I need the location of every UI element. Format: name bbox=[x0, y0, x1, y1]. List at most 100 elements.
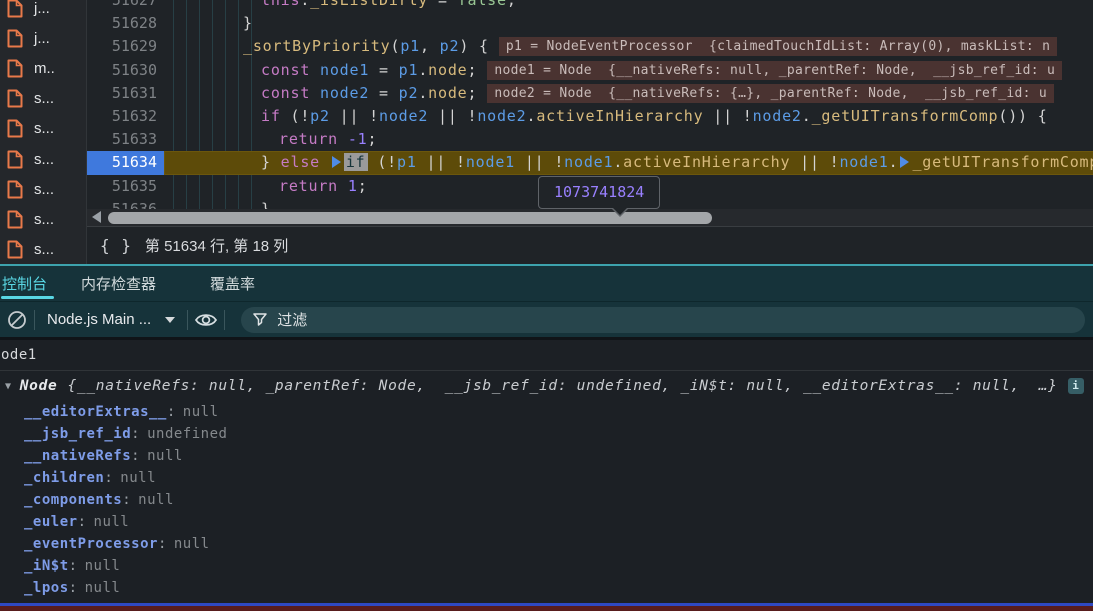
line-number[interactable]: 51635 bbox=[87, 175, 164, 198]
execution-context-selector[interactable]: Node.js Main ... bbox=[41, 311, 181, 328]
cursor-position-label: 第 51634 行, 第 18 列 bbox=[144, 238, 289, 255]
source-editor: 51627 this._isListDirty = false; 51628} 516… bbox=[87, 0, 1093, 264]
property-name: _components bbox=[24, 492, 123, 508]
sidebar-file-item[interactable]: s... bbox=[0, 114, 86, 144]
property-colon: : bbox=[122, 492, 132, 508]
panel-resize-handle[interactable] bbox=[0, 264, 1093, 266]
horizontal-scrollbar[interactable] bbox=[87, 209, 1093, 226]
sidebar-file-item[interactable]: s... bbox=[0, 235, 86, 265]
object-property-row: _components: null bbox=[0, 489, 1093, 511]
code-token: . bbox=[418, 60, 429, 79]
code-line-text[interactable]: return -1; bbox=[164, 128, 1093, 151]
code-line-text[interactable]: if (!p2 || !node2 || !node2.activeInHier… bbox=[164, 105, 1093, 128]
code-token: node2 bbox=[752, 106, 802, 125]
sidebar-file-item[interactable]: m.. bbox=[0, 53, 86, 83]
code-line-text[interactable]: } else if (!p1 || !node1 || !node1.activ… bbox=[164, 151, 1093, 175]
property-name: _euler bbox=[24, 514, 78, 530]
debug-value-annotation: node2 = Node {__nativeRefs: {…}, _parent… bbox=[487, 83, 1054, 103]
debug-value-annotation: p1 = NodeEventProcessor {claimedTouchIdL… bbox=[498, 37, 1058, 57]
code-token: || ! bbox=[329, 106, 379, 125]
object-property-row: _lpos: null bbox=[0, 577, 1093, 599]
sidebar-file-item[interactable]: s... bbox=[0, 144, 86, 174]
scroll-left-arrow-icon[interactable] bbox=[92, 211, 101, 223]
drawer-tab-0[interactable]: 控制台 bbox=[0, 266, 57, 301]
file-icon bbox=[7, 0, 23, 18]
execution-position-icon bbox=[331, 156, 341, 169]
file-label: m.. bbox=[34, 59, 55, 77]
line-number[interactable]: 51630 bbox=[87, 59, 164, 82]
code-token: p2 bbox=[398, 83, 419, 102]
code-line: 51629 _sortByPriority(p1, p2) {p1 = NodeE… bbox=[87, 35, 1093, 58]
object-property-row: __jsb_ref_id: undefined bbox=[0, 423, 1093, 445]
drawer-tab-2[interactable]: 覆盖率 bbox=[200, 266, 265, 301]
code-token: node1 bbox=[839, 153, 889, 172]
clear-console-icon[interactable] bbox=[6, 309, 28, 331]
file-label: s... bbox=[34, 150, 55, 168]
console-filter-input[interactable]: 过滤 bbox=[241, 306, 1085, 333]
code-token: false bbox=[457, 0, 507, 9]
pretty-print-icon[interactable]: { } bbox=[100, 236, 132, 255]
code-line-text[interactable]: const node2 = p2.node; node2 = Node {__na… bbox=[164, 82, 1093, 105]
file-icon bbox=[7, 240, 23, 259]
property-value: null bbox=[147, 448, 183, 464]
line-number[interactable]: 51632 bbox=[87, 105, 164, 128]
object-property-row: _eventProcessor: null bbox=[0, 533, 1093, 555]
editor-status-bar: { } 第 51634 行, 第 18 列 bbox=[87, 226, 1093, 264]
file-icon bbox=[7, 180, 23, 199]
code-line: 51632 if (!p2 || !node2 || !node2.activeI… bbox=[87, 105, 1093, 128]
code-token: || ! bbox=[515, 153, 565, 172]
code-token: activeInHierarchy bbox=[623, 153, 791, 172]
property-colon: : bbox=[68, 580, 78, 596]
line-number[interactable]: 51629 bbox=[87, 35, 164, 58]
sidebar-file-item[interactable]: s... bbox=[0, 84, 86, 114]
tab-label: 覆盖率 bbox=[210, 276, 256, 293]
info-badge-icon[interactable]: i bbox=[1067, 378, 1084, 394]
code-token: . bbox=[300, 0, 311, 9]
property-value: null bbox=[120, 470, 157, 486]
code-token: || ! bbox=[703, 106, 753, 125]
property-name: _iN$t bbox=[24, 558, 69, 574]
line-number[interactable]: 51627 bbox=[87, 0, 164, 12]
line-number[interactable]: 51631 bbox=[87, 82, 164, 105]
live-expression-eye-icon[interactable] bbox=[194, 310, 218, 330]
expander-triangle-icon[interactable]: ▼ bbox=[5, 381, 12, 392]
property-colon: : bbox=[131, 448, 141, 464]
sidebar-file-item[interactable]: s... bbox=[0, 174, 86, 204]
property-name: __jsb_ref_id bbox=[24, 426, 132, 442]
toolbar-divider bbox=[187, 309, 189, 330]
file-navigator: j... j... m.. s... s... s... s... s... s... bbox=[0, 0, 87, 264]
code-line-text[interactable]: _sortByPriority(p1, p2) {p1 = NodeEventP… bbox=[164, 35, 1093, 58]
code-token: node1 bbox=[465, 153, 515, 172]
object-preview-row[interactable]: ▼ Node {__nativeRefs: null, _parentRef: … bbox=[0, 371, 1093, 401]
code-token: || ! bbox=[790, 153, 840, 172]
code-token: p1 bbox=[397, 153, 417, 172]
line-number[interactable]: 51633 bbox=[87, 128, 164, 151]
code-token: _getUITransformComp bbox=[811, 106, 999, 125]
code-token: } bbox=[261, 153, 281, 172]
code-token: ( bbox=[390, 37, 401, 56]
context-label: Node.js Main ... bbox=[47, 311, 152, 328]
object-preview-text: {__nativeRefs: null, _parentRef: Node, _… bbox=[67, 378, 1058, 394]
paused-line-number[interactable]: 51634 bbox=[87, 151, 175, 175]
code-token: || ! bbox=[416, 153, 466, 172]
code-token: _getUITransformComp bbox=[912, 153, 1093, 172]
object-class-name: Node bbox=[19, 378, 58, 394]
echo-text: ode1 bbox=[1, 347, 37, 363]
code-token: node1 bbox=[564, 153, 614, 172]
code-token: = bbox=[369, 83, 399, 102]
drawer-tab-1[interactable]: 内存检查器 bbox=[71, 266, 166, 301]
sidebar-file-item[interactable]: s... bbox=[0, 204, 86, 234]
code-line-text[interactable]: } bbox=[164, 12, 1093, 35]
file-label: s... bbox=[34, 210, 55, 228]
code-line-text[interactable]: this._isListDirty = false; bbox=[164, 0, 1093, 12]
debug-value-annotation: node1 = Node {__nativeRefs: null, _paren… bbox=[487, 60, 1063, 80]
property-colon: : bbox=[157, 536, 167, 552]
sidebar-file-item[interactable]: j... bbox=[0, 23, 86, 53]
line-number[interactable]: 51628 bbox=[87, 12, 164, 35]
sidebar-file-item[interactable]: j... bbox=[0, 0, 86, 23]
code-line-text[interactable]: const node1 = p1.node; node1 = Node {__na… bbox=[164, 59, 1093, 82]
code-token: ; bbox=[467, 83, 478, 102]
code-token: _sortByPriority bbox=[243, 37, 391, 56]
property-value: null bbox=[138, 492, 174, 508]
